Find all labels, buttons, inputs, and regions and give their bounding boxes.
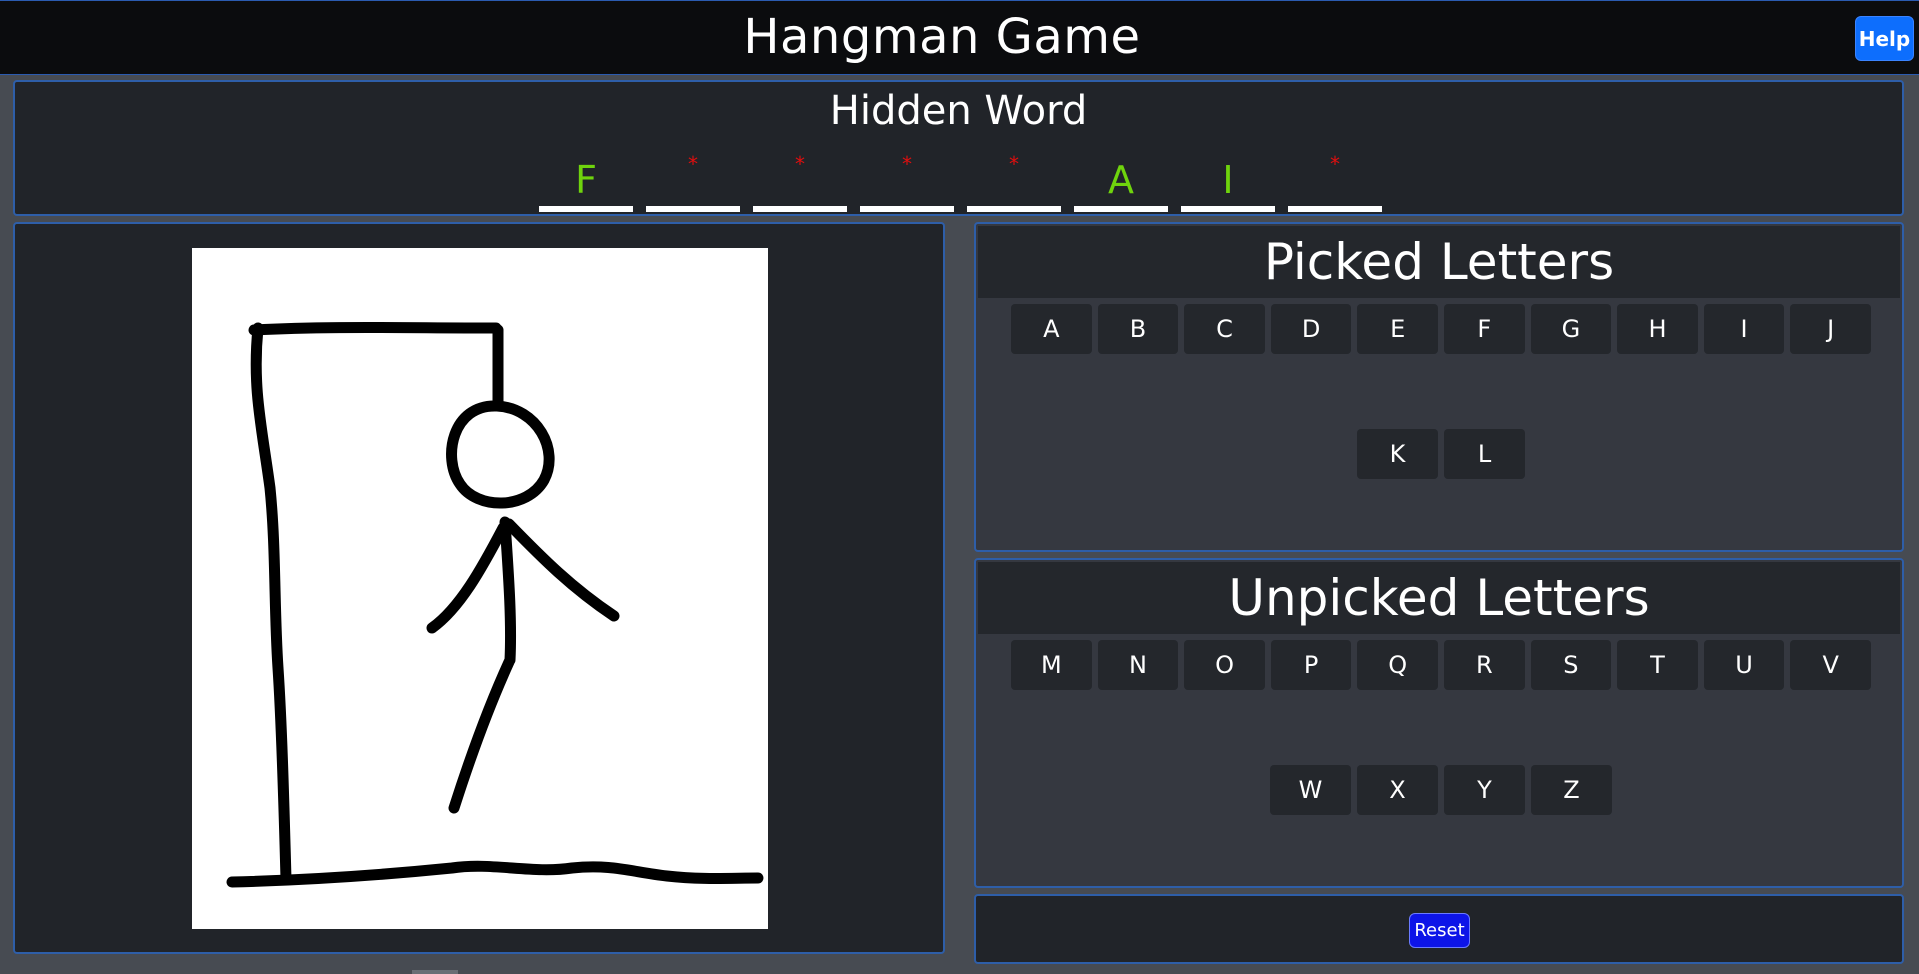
masked-letter: * (1009, 152, 1019, 176)
controls-panel: Reset (974, 894, 1904, 964)
picked-letter-button-l[interactable]: L (1444, 429, 1525, 479)
picked-letters-grid: ABCDEFGHIJ KL (1011, 304, 1871, 554)
hangman-body (499, 516, 517, 666)
hangman-right-arm (503, 518, 620, 622)
word-slot: I (1181, 154, 1275, 212)
unpicked-letter-button-o[interactable]: O (1184, 640, 1265, 690)
picked-letter-button-d[interactable]: D (1270, 304, 1352, 354)
picked-letter-row: ABCDEFGHIJ (1011, 304, 1871, 354)
unpicked-letter-button-u[interactable]: U (1703, 640, 1785, 690)
top-bar: Hangman Game Help (0, 0, 1919, 75)
unpicked-letter-row: WXYZ (1011, 765, 1871, 815)
word-slot: F (539, 154, 633, 212)
unpicked-letter-button-p[interactable]: P (1270, 640, 1352, 690)
app-title: Hangman Game (743, 9, 1141, 65)
gallows-beam (248, 322, 502, 336)
hidden-word-panel: Hidden Word F * * * * A I * (13, 80, 1904, 216)
revealed-letter: I (1222, 158, 1234, 202)
unpicked-letters-panel: Unpicked Letters MNOPQRSTUV WXYZ (974, 558, 1904, 888)
picked-letters-title: Picked Letters (978, 226, 1900, 298)
help-button[interactable]: Help (1855, 16, 1914, 61)
unpicked-letter-button-r[interactable]: R (1444, 640, 1525, 690)
masked-letter: * (902, 152, 912, 176)
gallows-base (226, 860, 764, 888)
picked-letter-button-a[interactable]: A (1011, 304, 1092, 354)
picked-letter-button-c[interactable]: C (1184, 304, 1265, 354)
picked-letters-panel: Picked Letters ABCDEFGHIJ KL (974, 222, 1904, 552)
word-slot: * (860, 154, 954, 212)
masked-letter: * (1330, 152, 1340, 176)
hangman-left-arm (426, 522, 509, 634)
revealed-letter: F (575, 158, 597, 202)
picked-letter-button-k[interactable]: K (1357, 429, 1438, 479)
hidden-word-slots: F * * * * A I * (539, 154, 1382, 212)
masked-letter: * (688, 152, 698, 176)
unpicked-letter-button-s[interactable]: S (1530, 640, 1612, 690)
hidden-word-title: Hidden Word (829, 88, 1088, 134)
picked-letter-button-f[interactable]: F (1444, 304, 1525, 354)
revealed-letter: A (1108, 158, 1134, 202)
gallows-pole (250, 322, 292, 885)
word-slot: * (646, 154, 740, 212)
unpicked-letter-button-x[interactable]: X (1357, 765, 1438, 815)
hangman-figure (226, 322, 764, 888)
picked-letter-button-g[interactable]: G (1530, 304, 1612, 354)
unpicked-letters-title: Unpicked Letters (978, 562, 1900, 634)
masked-letter: * (795, 152, 805, 176)
unpicked-letter-button-w[interactable]: W (1270, 765, 1351, 815)
word-slot: * (753, 154, 847, 212)
picked-letter-button-i[interactable]: I (1703, 304, 1785, 354)
unpicked-letter-button-n[interactable]: N (1097, 640, 1179, 690)
unpicked-letter-button-q[interactable]: Q (1357, 640, 1438, 690)
picked-letter-row: KL (1011, 429, 1871, 479)
hangman-head (446, 400, 555, 509)
unpicked-letter-button-t[interactable]: T (1617, 640, 1698, 690)
unpicked-letter-button-m[interactable]: M (1011, 640, 1092, 690)
word-slot: * (967, 154, 1061, 212)
picked-letter-button-e[interactable]: E (1357, 304, 1438, 354)
unpicked-letter-row: MNOPQRSTUV (1011, 640, 1871, 690)
hangman-drawing (192, 248, 768, 929)
hangman-image-panel (13, 222, 945, 954)
picked-letter-button-b[interactable]: B (1097, 304, 1179, 354)
word-slot: * (1288, 154, 1382, 212)
unpicked-letter-button-y[interactable]: Y (1444, 765, 1525, 815)
picked-letter-button-j[interactable]: J (1790, 304, 1871, 354)
horizontal-scrollbar-thumb[interactable] (412, 970, 458, 974)
word-slot: A (1074, 154, 1168, 212)
reset-button[interactable]: Reset (1409, 913, 1470, 948)
unpicked-letter-button-z[interactable]: Z (1531, 765, 1612, 815)
hangman-left-leg (448, 656, 515, 814)
unpicked-letters-grid: MNOPQRSTUV WXYZ (1011, 640, 1871, 890)
unpicked-letter-button-v[interactable]: V (1790, 640, 1871, 690)
picked-letter-button-h[interactable]: H (1617, 304, 1698, 354)
